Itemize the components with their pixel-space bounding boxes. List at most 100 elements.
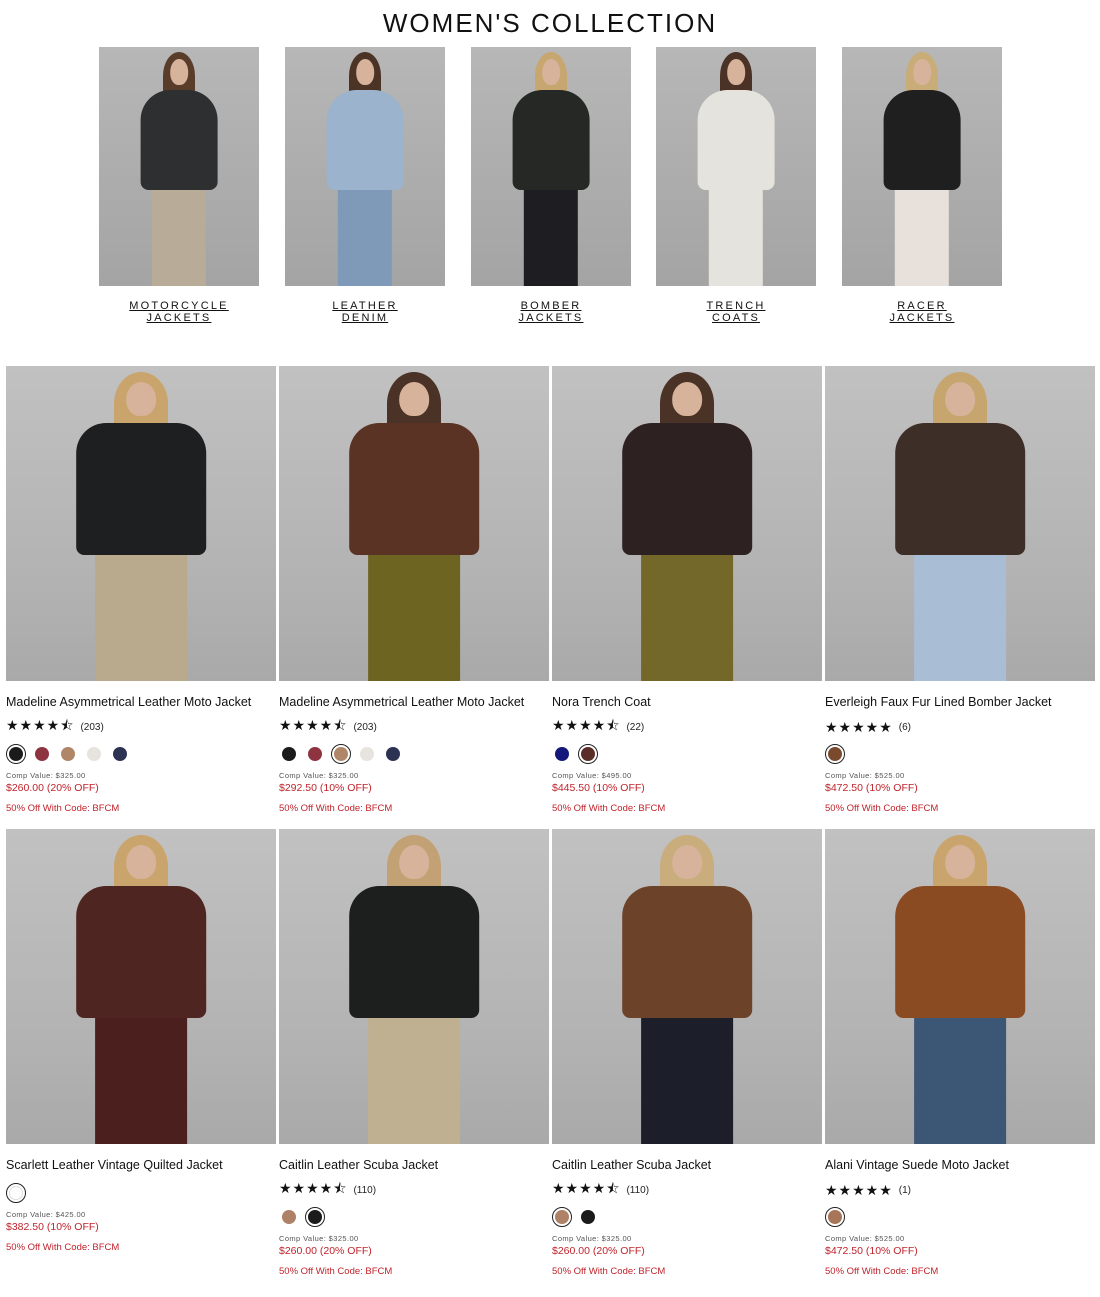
color-swatch[interactable]	[84, 744, 104, 764]
category-image[interactable]	[842, 47, 1002, 286]
product-rating[interactable]: ★★★★⯪ (203)	[6, 717, 276, 734]
product-image[interactable]	[825, 829, 1095, 1144]
product-rating[interactable]: ★★★★⯪ (203)	[279, 717, 549, 734]
model-face	[399, 844, 429, 880]
model-face	[356, 58, 374, 86]
color-swatches	[6, 744, 276, 764]
sale-price: $260.00 (20% OFF)	[552, 1245, 645, 1257]
star-rating-icon: ★★★★★	[825, 718, 893, 735]
color-swatch[interactable]	[825, 1207, 845, 1227]
color-swatch[interactable]	[383, 744, 403, 764]
product-image[interactable]	[552, 829, 822, 1144]
star-rating-icon: ★★★★⯪	[552, 717, 621, 733]
category-link[interactable]: RACER JACKETS	[842, 300, 1002, 324]
model-jacket	[349, 422, 479, 555]
product-image[interactable]	[6, 366, 276, 681]
promo-code-text: 50% Off With Code: BFCM	[279, 803, 393, 814]
star-rating-icon: ★★★★★	[825, 1181, 893, 1198]
star-rating-icon: ★★★★⯪	[279, 1180, 348, 1196]
product-image[interactable]	[6, 829, 276, 1144]
category-link-line1: BOMBER	[520, 300, 582, 312]
product-rating[interactable]: ★★★★★ (6)	[825, 718, 1095, 735]
comp-value-text: Comp Value: $425.00	[6, 1210, 86, 1219]
product-rating[interactable]: ★★★★⯪ (22)	[552, 717, 822, 734]
product-image[interactable]	[825, 366, 1095, 681]
model-jacket	[512, 90, 590, 191]
category-image[interactable]	[285, 47, 445, 286]
review-count: (6)	[898, 721, 911, 733]
promo-code-text: 50% Off With Code: BFCM	[6, 803, 120, 814]
category-tile[interactable]: LEATHER DENIM	[285, 47, 445, 324]
product-rating[interactable]: ★★★★★ (1)	[825, 1181, 1095, 1198]
model-jacket	[895, 422, 1025, 555]
color-swatch[interactable]	[279, 744, 299, 764]
product-card: Nora Trench Coat ★★★★⯪ (22) Comp Value: $49…	[552, 366, 822, 814]
color-swatch[interactable]	[578, 744, 598, 764]
color-swatches	[279, 1207, 549, 1227]
promo-code-text: 50% Off With Code: BFCM	[279, 1266, 393, 1277]
color-swatch[interactable]	[305, 1207, 325, 1227]
category-link-line2: DENIM	[341, 312, 389, 324]
review-count: (110)	[353, 1184, 377, 1196]
product-card: Madeline Asymmetrical Leather Moto Jacke…	[279, 366, 549, 814]
category-link[interactable]: MOTORCYCLE JACKETS	[99, 300, 259, 324]
product-image[interactable]	[552, 366, 822, 681]
model-face	[170, 58, 188, 86]
product-card: Everleigh Faux Fur Lined Bomber Jacket ★★…	[825, 366, 1095, 814]
category-tile[interactable]: RACER JACKETS	[842, 47, 1002, 324]
product-image[interactable]	[279, 366, 549, 681]
category-tile[interactable]: BOMBER JACKETS	[471, 47, 631, 324]
color-swatch[interactable]	[32, 744, 52, 764]
color-swatch[interactable]	[279, 1207, 299, 1227]
product-name-link[interactable]: Caitlin Leather Scuba Jacket	[552, 1158, 822, 1173]
promo-code-text: 50% Off With Code: BFCM	[825, 803, 939, 814]
category-image[interactable]	[471, 47, 631, 286]
category-link[interactable]: BOMBER JACKETS	[471, 300, 631, 324]
product-name-link[interactable]: Alani Vintage Suede Moto Jacket	[825, 1158, 1095, 1173]
model-jacket	[883, 90, 961, 191]
category-tile[interactable]: MOTORCYCLE JACKETS	[99, 47, 259, 324]
category-link-line2: JACKETS	[146, 312, 212, 324]
color-swatch[interactable]	[305, 744, 325, 764]
product-name-link[interactable]: Nora Trench Coat	[552, 695, 822, 710]
sale-price: $260.00 (20% OFF)	[279, 1245, 372, 1257]
model-jacket	[76, 422, 206, 555]
product-name-link[interactable]: Scarlett Leather Vintage Quilted Jacket	[6, 1158, 276, 1173]
category-image[interactable]	[656, 47, 816, 286]
model-face	[727, 58, 745, 86]
color-swatch[interactable]	[6, 744, 26, 764]
product-image[interactable]	[279, 829, 549, 1144]
category-tile[interactable]: TRENCH COATS	[656, 47, 816, 324]
product-rating[interactable]: ★★★★⯪ (110)	[279, 1180, 549, 1197]
product-name-link[interactable]: Everleigh Faux Fur Lined Bomber Jacket	[825, 695, 1095, 710]
color-swatch[interactable]	[552, 1207, 572, 1227]
sale-price: $260.00 (20% OFF)	[6, 782, 99, 794]
model-jacket	[140, 90, 218, 191]
review-count: (22)	[626, 721, 645, 733]
color-swatch[interactable]	[552, 744, 572, 764]
star-rating-icon: ★★★★⯪	[6, 717, 75, 733]
product-name-link[interactable]: Madeline Asymmetrical Leather Moto Jacke…	[279, 695, 549, 710]
color-swatch[interactable]	[331, 744, 351, 764]
promo-code-text: 50% Off With Code: BFCM	[6, 1242, 120, 1253]
color-swatch[interactable]	[357, 744, 377, 764]
product-name-link[interactable]: Madeline Asymmetrical Leather Moto Jacke…	[6, 695, 276, 710]
color-swatch[interactable]	[825, 744, 845, 764]
color-swatch[interactable]	[578, 1207, 598, 1227]
model-face	[945, 844, 975, 880]
color-swatch[interactable]	[6, 1183, 26, 1203]
category-image[interactable]	[99, 47, 259, 286]
product-name-link[interactable]: Caitlin Leather Scuba Jacket	[279, 1158, 549, 1173]
color-swatches	[552, 744, 822, 764]
review-count: (110)	[626, 1184, 650, 1196]
color-swatch[interactable]	[58, 744, 78, 764]
product-card: Caitlin Leather Scuba Jacket ★★★★⯪ (110) Co…	[552, 829, 822, 1277]
model-jacket	[895, 885, 1025, 1018]
model-jacket	[76, 885, 206, 1018]
comp-value-text: Comp Value: $325.00	[552, 1234, 632, 1243]
product-rating[interactable]: ★★★★⯪ (110)	[552, 1180, 822, 1197]
category-link[interactable]: LEATHER DENIM	[285, 300, 445, 324]
category-link-line2: JACKETS	[889, 312, 955, 324]
category-link[interactable]: TRENCH COATS	[656, 300, 816, 324]
color-swatch[interactable]	[110, 744, 130, 764]
